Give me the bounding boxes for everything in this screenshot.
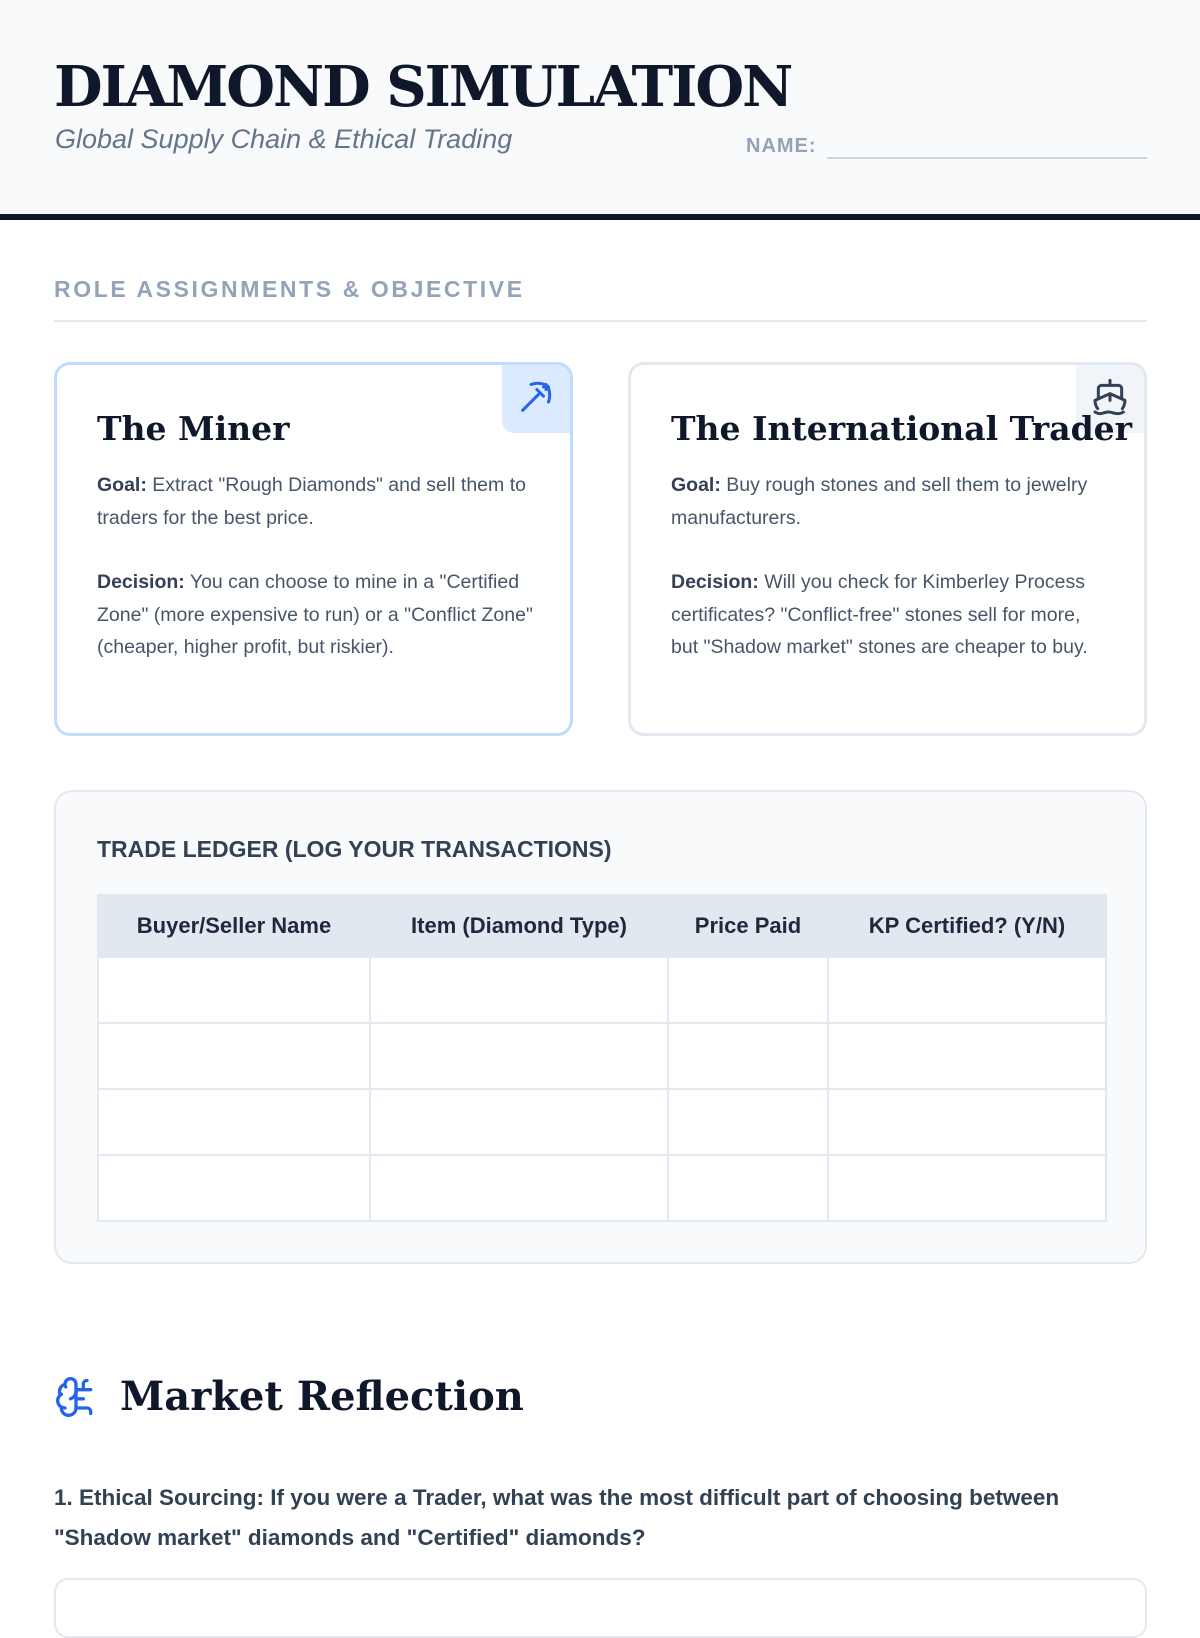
role-decision: Decision: Will you check for Kimberley P…: [671, 566, 1111, 664]
ledger-table: Buyer/Seller Name Item (Diamond Type) Pr…: [97, 894, 1107, 1222]
column-header-item: Item (Diamond Type): [369, 894, 669, 958]
table-row: [97, 1154, 1107, 1222]
ledger-header-row: Buyer/Seller Name Item (Diamond Type) Pr…: [97, 894, 1107, 958]
name-field[interactable]: [827, 157, 1147, 159]
table-row: [97, 956, 1107, 1024]
section-divider: [54, 320, 1147, 322]
pickaxe-icon: [516, 377, 556, 422]
section-heading-roles: ROLE ASSIGNMENTS & OBJECTIVE: [54, 276, 525, 302]
role-title: The Miner: [97, 409, 290, 448]
ledger-cell-price[interactable]: [667, 1154, 829, 1222]
ledger-cell-buyer-seller[interactable]: [97, 1154, 371, 1222]
brain-icon: [54, 1375, 98, 1424]
ledger-cell-kp-certified[interactable]: [827, 1022, 1107, 1090]
role-goal: Goal: Extract "Rough Diamonds" and sell …: [97, 469, 537, 534]
answer-box[interactable]: [54, 1578, 1147, 1638]
role-badge-miner: [502, 365, 570, 433]
decision-label: Decision:: [97, 571, 185, 593]
table-row: [97, 1088, 1107, 1156]
column-header-kp-certified: KP Certified? (Y/N): [827, 894, 1107, 958]
ledger-cell-item[interactable]: [369, 956, 669, 1024]
ledger-cell-price[interactable]: [667, 956, 829, 1024]
page-title: DIAMOND SIMULATION: [54, 54, 793, 120]
goal-text: Extract "Rough Diamonds" and sell them t…: [97, 474, 526, 529]
role-card-miner: The Miner Goal: Extract "Rough Diamonds"…: [54, 362, 573, 736]
worksheet-header: DIAMOND SIMULATION Global Supply Chain &…: [0, 0, 1200, 220]
name-label: NAME:: [746, 135, 817, 157]
ledger-cell-item[interactable]: [369, 1022, 669, 1090]
ledger-cell-price[interactable]: [667, 1022, 829, 1090]
goal-text: Buy rough stones and sell them to jewelr…: [671, 474, 1088, 529]
ledger-cell-item[interactable]: [369, 1154, 669, 1222]
role-description: Goal: Buy rough stones and sell them to …: [671, 469, 1111, 664]
role-title: The International Trader: [671, 409, 1133, 448]
ledger-cell-buyer-seller[interactable]: [97, 1022, 371, 1090]
table-row: [97, 1022, 1107, 1090]
ledger-cell-buyer-seller[interactable]: [97, 956, 371, 1024]
role-goal: Goal: Buy rough stones and sell them to …: [671, 469, 1111, 534]
ledger-cell-kp-certified[interactable]: [827, 1088, 1107, 1156]
decision-label: Decision:: [671, 571, 759, 593]
ledger-cell-kp-certified[interactable]: [827, 956, 1107, 1024]
role-description: Goal: Extract "Rough Diamonds" and sell …: [97, 469, 537, 664]
ledger-cell-kp-certified[interactable]: [827, 1154, 1107, 1222]
reflection-question: 1. Ethical Sourcing: If you were a Trade…: [54, 1485, 1060, 1550]
role-decision: Decision: You can choose to mine in a "C…: [97, 566, 537, 664]
reflection-title: Market Reflection: [120, 1373, 524, 1420]
goal-label: Goal:: [97, 474, 147, 496]
column-header-buyer-seller: Buyer/Seller Name: [97, 894, 371, 958]
ledger-title: TRADE LEDGER (LOG YOUR TRANSACTIONS): [97, 836, 612, 862]
ledger-cell-price[interactable]: [667, 1088, 829, 1156]
ledger-cell-item[interactable]: [369, 1088, 669, 1156]
ledger-cell-buyer-seller[interactable]: [97, 1088, 371, 1156]
goal-label: Goal:: [671, 474, 721, 496]
trade-ledger: TRADE LEDGER (LOG YOUR TRANSACTIONS) Buy…: [54, 790, 1147, 1264]
page-subtitle: Global Supply Chain & Ethical Trading: [55, 124, 513, 154]
column-header-price: Price Paid: [667, 894, 829, 958]
role-card-trader: The International Trader Goal: Buy rough…: [628, 362, 1147, 736]
